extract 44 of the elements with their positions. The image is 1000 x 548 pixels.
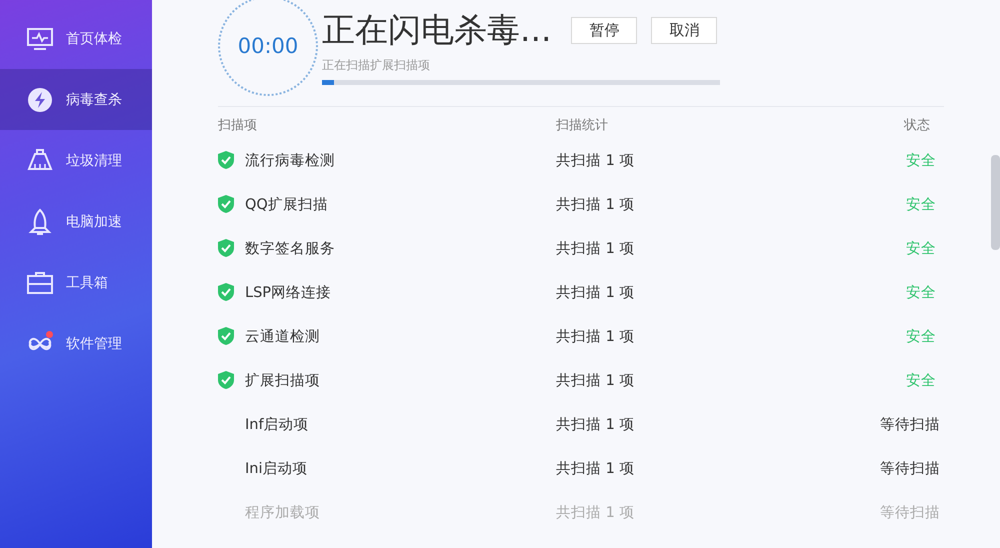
pause-button[interactable]: 暂停 [571,17,638,44]
lightning-icon [26,86,54,114]
column-header: 扫描统计 [556,117,609,134]
scan-count: 共扫描 1 项 [556,284,636,302]
scan-status-text: 正在扫描扩展扫描项 [322,57,431,74]
cancel-button[interactable]: 取消 [651,17,718,44]
scan-item-name: Ini启动项 [245,460,308,478]
scan-item-name: 扩展扫描项 [245,372,320,390]
sidebar-item[interactable]: 垃圾清理 [0,130,152,191]
scan-status: 安全 [905,152,937,170]
timer: 00:00 [218,0,318,96]
scan-count: 共扫描 1 项 [556,328,636,346]
scan-status: 等待扫描 [879,416,941,434]
sidebar-item[interactable]: 电脑加速 [0,191,152,252]
scan-item-name: 流行病毒检测 [245,152,335,170]
rocket-icon [26,208,54,236]
scan-status: 等待扫描 [879,460,941,478]
scan-item-name: 程序加载项 [245,504,320,522]
scan-status: 安全 [905,284,937,302]
scan-status: 安全 [905,328,937,346]
sidebar-item[interactable]: 软件管理 [0,313,152,374]
scan-count: 共扫描 1 项 [556,504,636,522]
scan-item-name: LSP网络连接 [245,284,332,302]
scan-item-name: Inf启动项 [245,416,309,434]
scan-title: 正在闪电杀毒... [322,9,552,51]
scan-count: 共扫描 1 项 [556,372,636,390]
scan-count: 共扫描 1 项 [556,416,636,434]
scan-status: 安全 [905,240,937,258]
scan-item-name: QQ扩展扫描 [245,196,328,214]
scan-status: 安全 [905,372,937,390]
sidebar-item[interactable]: 工具箱 [0,252,152,313]
scan-status: 等待扫描 [879,504,941,522]
scan-item-name: 数字签名服务 [245,240,335,258]
scan-item-name: 云通道检测 [245,328,320,346]
column-header: 状态 [902,117,931,134]
scrollbar-thumb[interactable] [991,155,1000,250]
scan-count: 共扫描 1 项 [556,152,636,170]
scan-count: 共扫描 1 项 [556,240,636,258]
sidebar-item[interactable]: 病毒查杀 [0,69,152,130]
scan-count: 共扫描 1 项 [556,460,636,478]
scan-status: 安全 [905,196,937,214]
column-header: 扫描项 [218,117,258,134]
scan-count: 共扫描 1 项 [556,196,636,214]
sidebar-item[interactable]: 首页体检 [0,8,152,69]
